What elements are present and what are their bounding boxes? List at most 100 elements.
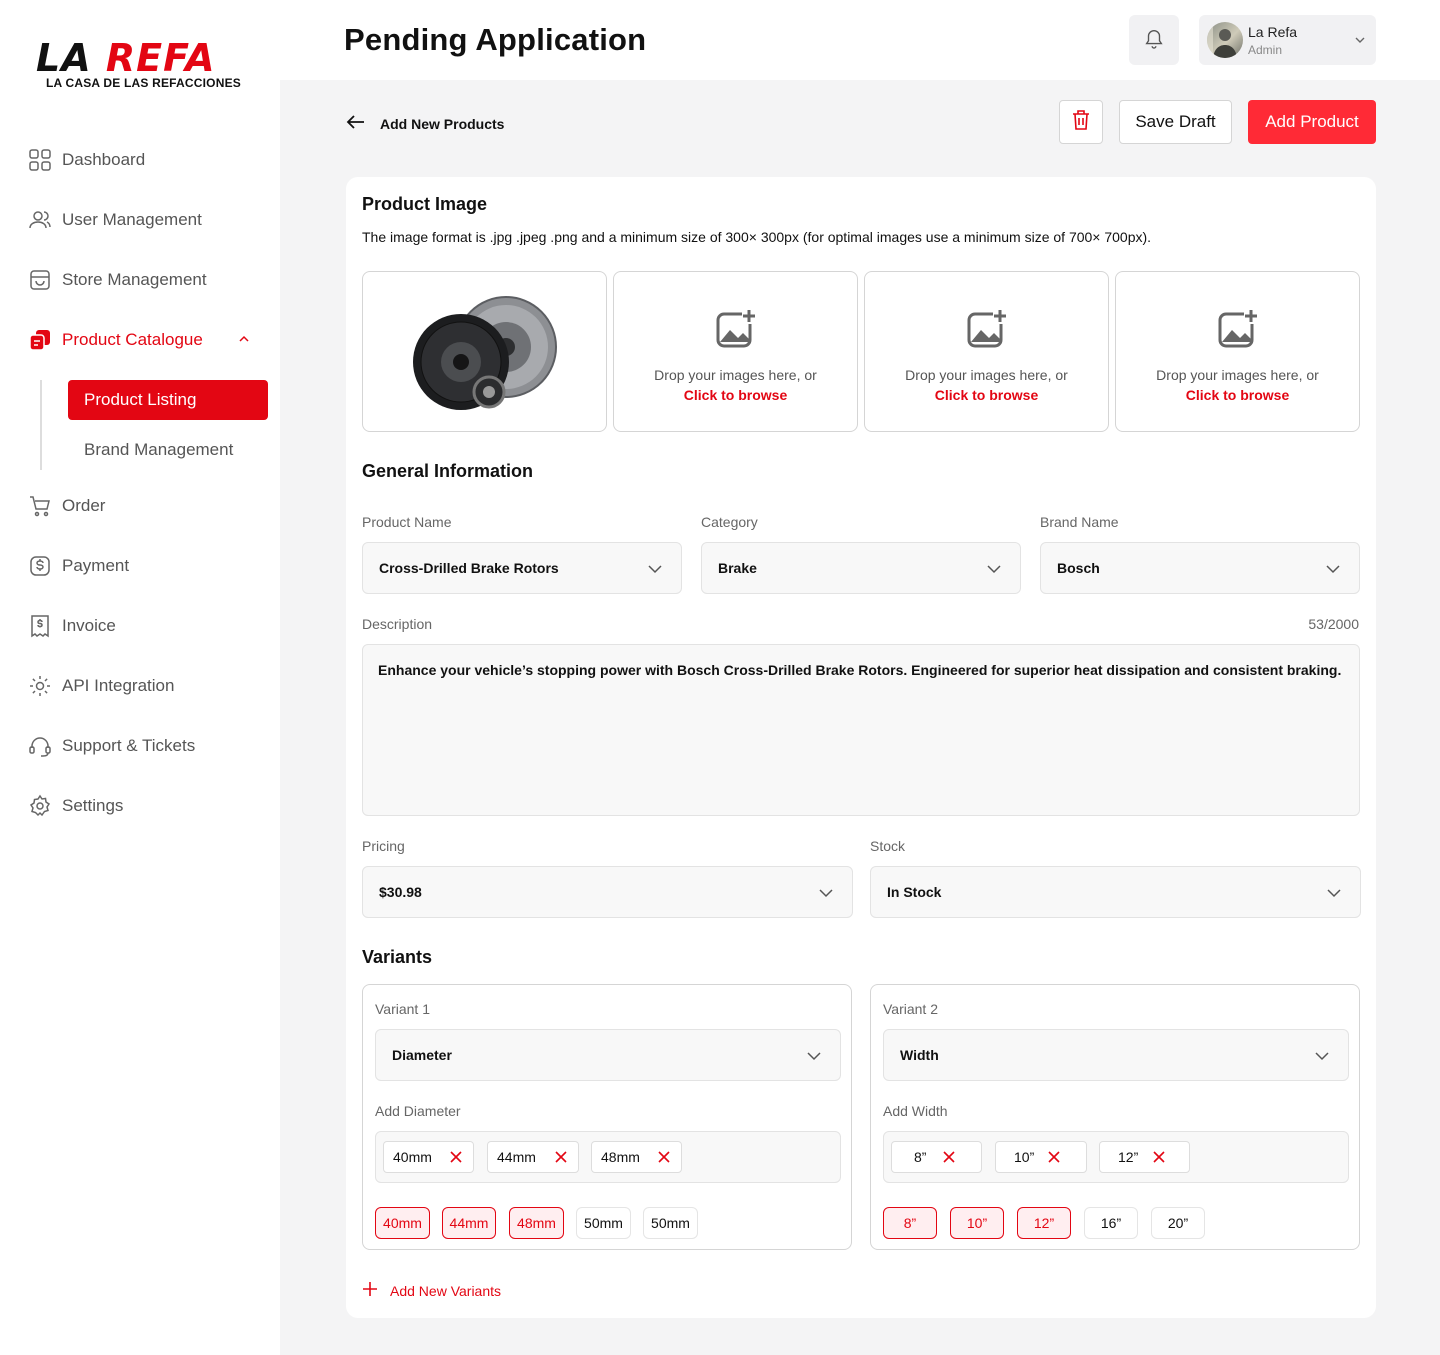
sidebar-item-dashboard[interactable]: Dashboard [28,146,145,174]
chevron-down-icon [1314,1048,1330,1067]
tag-label: 10” [1014,1149,1035,1165]
brand-name-select[interactable]: Bosch [1040,542,1360,594]
close-icon[interactable] [1152,1150,1166,1167]
variant-1-type-value: Diameter [392,1047,452,1063]
clutch-kit-image [413,296,557,410]
dropzone-text: Drop your images here, or [1156,367,1319,383]
add-new-variants-button[interactable]: Add New Variants [362,1281,501,1300]
profile-menu[interactable]: La Refa Admin [1199,15,1376,65]
close-icon[interactable] [449,1150,463,1167]
width-tag-input[interactable]: 8” 10” 12” [883,1131,1349,1183]
page-title: Pending Application [344,22,647,57]
product-image-description: The image format is .jpg .jpeg .png and … [362,229,1152,245]
variant-2-label: Variant 2 [883,1001,938,1017]
image-dropzone[interactable]: Drop your images here, or Click to brows… [613,271,858,432]
image-add-icon [1218,308,1258,353]
avatar [1207,22,1243,58]
close-icon[interactable] [554,1150,568,1167]
bell-icon [1143,27,1165,54]
category-label: Category [701,514,758,530]
back-label: Add New Products [380,115,505,132]
browse-link[interactable]: Click to browse [684,387,787,403]
browse-link[interactable]: Click to browse [935,387,1038,403]
close-icon[interactable] [942,1150,956,1167]
submenu-divider [40,380,42,470]
notifications-button[interactable] [1129,15,1179,65]
headset-icon [28,734,52,758]
sidebar-item-label: Store Management [62,270,207,289]
category-select[interactable]: Brake [701,542,1021,594]
dropzone-text: Drop your images here, or [654,367,817,383]
product-image-slot[interactable] [362,271,607,432]
chevron-up-icon[interactable] [236,331,252,347]
stock-select[interactable]: In Stock [870,866,1361,918]
close-icon[interactable] [657,1150,671,1167]
add-width-label: Add Width [883,1103,948,1119]
close-icon[interactable] [1047,1150,1061,1167]
settings-icon [28,794,52,818]
logo-subtitle: LA CASA DE LAS REFACCIONES [46,76,241,90]
sidebar-subitem-brand-management[interactable]: Brand Management [68,430,268,470]
description-label: Description [362,616,433,632]
add-product-button[interactable]: Add Product [1248,100,1376,144]
brand-name-label: Brand Name [1040,514,1119,530]
brand-logo[interactable]: LA REFA LA CASA DE LAS REFACCIONES [36,38,246,94]
variants-title: Variants [362,947,433,967]
chevron-down-icon [806,1048,822,1067]
tag-label: 44mm [497,1149,536,1165]
description-textarea[interactable]: Enhance your vehicle’s stopping power wi… [362,644,1360,816]
sidebar-item-support-tickets[interactable]: Support & Tickets [28,732,195,760]
sidebar-item-store-management[interactable]: Store Management [28,266,207,294]
product-name-label: Product Name [362,514,452,530]
variant-option-chip[interactable]: 16” [1084,1207,1138,1239]
api-gear-icon [28,674,52,698]
variant-option-chip[interactable]: 50mm [576,1207,631,1239]
variant-option-chip[interactable]: 20” [1151,1207,1205,1239]
variant-1-type-select[interactable]: Diameter [375,1029,841,1081]
product-name-select[interactable]: Cross-Drilled Brake Rotors [362,542,682,594]
variant-option-chip[interactable]: 10” [950,1207,1004,1239]
pricing-value: $30.98 [379,884,422,900]
chevron-down-icon [1325,561,1341,580]
sidebar-item-product-catalogue[interactable]: Product Catalogue [28,326,203,354]
sidebar-item-user-management[interactable]: User Management [28,206,202,234]
logo-text-accent: REFA [105,36,216,80]
diameter-tag-input[interactable]: 40mm 44mm 48mm [375,1131,841,1183]
variant-option-chip[interactable]: 12” [1017,1207,1071,1239]
sidebar-item-order[interactable]: Order [28,492,105,520]
variant-option-chip[interactable]: 44mm [442,1207,496,1239]
variant-option-chip[interactable]: 50mm [643,1207,698,1239]
image-dropzone[interactable]: Drop your images here, or Click to brows… [1115,271,1360,432]
sidebar-item-label: User Management [62,210,202,229]
variant-option-chip[interactable]: 8” [883,1207,937,1239]
save-draft-button[interactable]: Save Draft [1119,100,1232,144]
plus-icon [362,1281,378,1300]
sidebar-item-label: Support & Tickets [62,736,196,755]
catalogue-icon [28,328,52,352]
tag-label: 40mm [393,1149,432,1165]
sidebar-item-api-integration[interactable]: API Integration [28,672,174,700]
arrow-left-icon [346,112,366,135]
sidebar-item-invoice[interactable]: Invoice [28,612,116,640]
back-link[interactable]: Add New Products [346,112,504,135]
image-add-icon [967,308,1007,353]
image-dropzone[interactable]: Drop your images here, or Click to brows… [864,271,1109,432]
sidebar-subitem-product-listing[interactable]: Product Listing [68,380,268,420]
variant-2-type-select[interactable]: Width [883,1029,1349,1081]
sidebar-item-label: Invoice [62,616,116,635]
delete-button[interactable] [1059,100,1103,144]
sidebar: LA REFA LA CASA DE LAS REFACCIONES Dashb… [0,0,280,1355]
invoice-icon [28,614,52,638]
sidebar-item-payment[interactable]: Payment [28,552,129,580]
tag: 40mm [383,1141,474,1173]
pricing-select[interactable]: $30.98 [362,866,853,918]
stock-value: In Stock [887,884,942,900]
chevron-down-icon [647,561,663,580]
variant-option-chip[interactable]: 48mm [509,1207,564,1239]
chevron-down-icon [1326,885,1342,904]
sidebar-item-settings[interactable]: Settings [28,792,123,820]
tag: 10” [995,1141,1087,1173]
product-name-value: Cross-Drilled Brake Rotors [379,560,559,576]
browse-link[interactable]: Click to browse [1186,387,1289,403]
variant-option-chip[interactable]: 40mm [375,1207,430,1239]
